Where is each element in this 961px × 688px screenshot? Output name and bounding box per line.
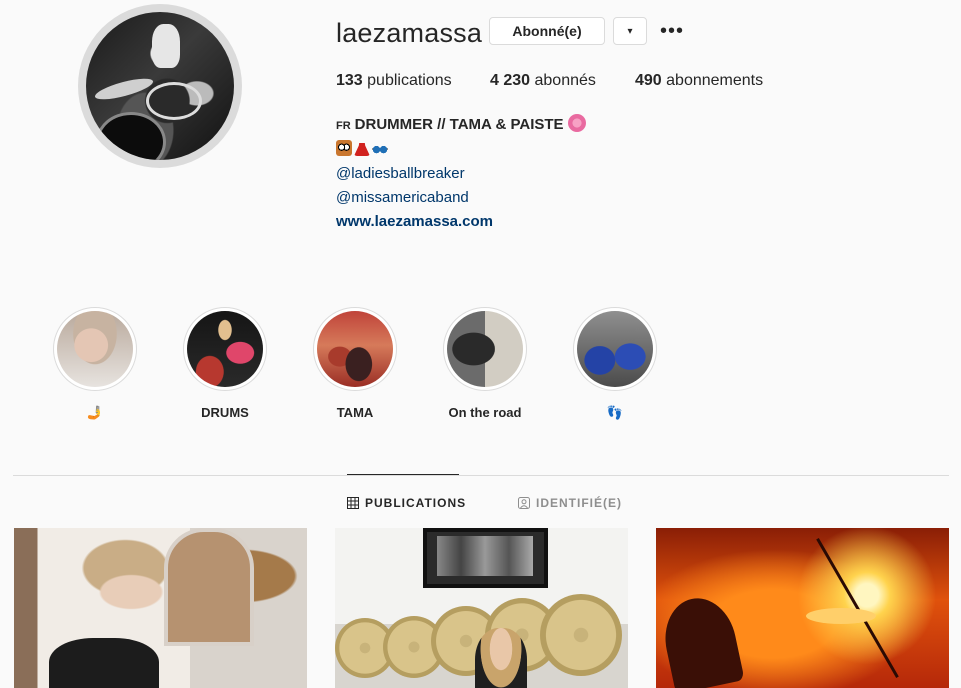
post-thumbnail[interactable]	[14, 528, 307, 688]
highlight-on-the-road[interactable]: On the road	[439, 307, 531, 421]
highlight-label: TAMA	[336, 405, 374, 420]
post-scene	[475, 628, 527, 688]
flower-icon	[567, 114, 586, 132]
active-tab-indicator	[347, 474, 459, 475]
post-thumbnail[interactable]	[335, 528, 628, 688]
highlight-ring	[53, 307, 137, 391]
tab-tagged[interactable]: IDENTIFIÉ(E)	[518, 496, 622, 510]
tabs-divider	[13, 475, 949, 476]
sunglasses-icon	[372, 140, 388, 156]
posts-count: 133	[336, 72, 363, 89]
posts-label: publications	[367, 72, 452, 89]
highlight-label: DRUMS	[201, 405, 249, 420]
highlight-thumbnail	[577, 311, 653, 387]
highlight-selfie[interactable]: 🤳	[49, 307, 141, 421]
more-options-icon[interactable]: •••	[660, 17, 683, 45]
post-scene	[806, 608, 876, 624]
bio-emoji-line	[336, 138, 586, 162]
following-count: 490	[635, 72, 662, 89]
flag-fr: FR	[336, 120, 351, 132]
bio-website-link[interactable]: www.laezamassa.com	[336, 210, 586, 234]
highlight-footprints[interactable]: 👣	[569, 307, 661, 421]
post-scene	[164, 528, 254, 646]
post-scene	[657, 591, 745, 688]
tab-publications[interactable]: PUBLICATIONS	[347, 496, 466, 510]
stat-followers[interactable]: 4 230 abonnés	[490, 72, 596, 90]
tagged-icon	[518, 497, 530, 509]
owl-icon	[336, 140, 352, 156]
following-label: abonnements	[666, 72, 764, 89]
profile-username: laezamassa	[336, 18, 483, 48]
bio-mention-link[interactable]: @missamericaband	[336, 186, 586, 210]
highlight-thumbnail	[447, 311, 523, 387]
followers-label: abonnés	[534, 72, 596, 89]
bio-headline: DRUMMER // TAMA & PAISTE	[354, 116, 564, 133]
bio-mention-link[interactable]: @ladiesballbreaker	[336, 162, 586, 186]
bio-headline-line: FR DRUMMER // TAMA & PAISTE	[336, 113, 586, 138]
grid-icon	[347, 497, 359, 509]
stat-posts: 133 publications	[336, 72, 452, 90]
dress-icon	[354, 140, 370, 156]
profile-bio: FR DRUMMER // TAMA & PAISTE @ladiesballbr…	[336, 113, 586, 234]
highlight-ring	[573, 307, 657, 391]
profile-avatar[interactable]	[86, 12, 234, 160]
tab-label: PUBLICATIONS	[365, 496, 467, 510]
highlight-tama[interactable]: TAMA	[309, 307, 401, 421]
highlight-label: 👣	[606, 405, 624, 420]
highlight-ring	[443, 307, 527, 391]
post-scene	[49, 638, 159, 688]
highlight-drums[interactable]: DRUMS	[179, 307, 271, 421]
highlight-thumbnail	[317, 311, 393, 387]
stat-following[interactable]: 490 abonnements	[635, 72, 763, 90]
highlight-label: On the road	[448, 405, 522, 420]
highlight-ring	[183, 307, 267, 391]
highlight-label: 🤳	[86, 405, 104, 420]
chevron-down-icon[interactable]: ▾	[613, 17, 647, 45]
post-scene	[540, 594, 622, 676]
avatar-kick-drum	[96, 112, 166, 160]
following-button[interactable]: Abonné(e)	[489, 17, 605, 45]
post-thumbnail[interactable]	[656, 528, 949, 688]
avatar-drum	[146, 82, 202, 120]
highlight-thumbnail	[187, 311, 263, 387]
post-scene	[423, 528, 548, 588]
followers-count: 4 230	[490, 72, 531, 89]
tab-label: IDENTIFIÉ(E)	[536, 496, 622, 510]
avatar-person	[152, 24, 180, 68]
highlight-ring	[313, 307, 397, 391]
highlight-thumbnail	[57, 311, 133, 387]
